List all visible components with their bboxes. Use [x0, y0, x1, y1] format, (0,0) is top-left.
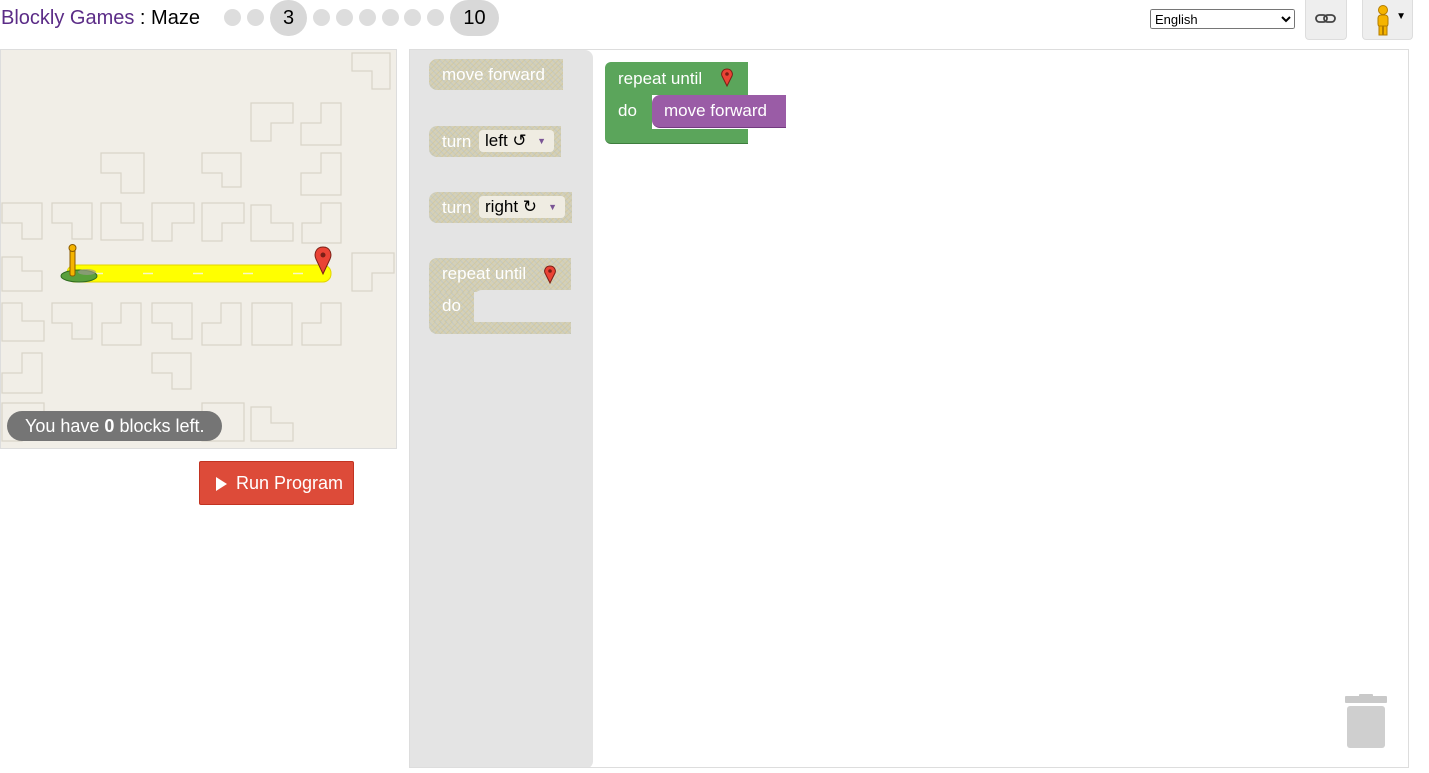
play-icon	[216, 477, 227, 491]
chevron-down-icon: ▼	[1396, 11, 1406, 22]
block-label: turn	[442, 198, 472, 217]
toolbox-flyout: move forward turn left ↺ ▼ turn right ↻ ▼ …	[410, 50, 593, 767]
level-5-button[interactable]	[336, 9, 353, 26]
link-icon	[1315, 14, 1336, 23]
workspace-move-forward-block[interactable]: move forward	[652, 95, 786, 128]
run-program-label: Run Program	[236, 473, 344, 493]
block-label: move forward	[664, 101, 767, 120]
statement-slot	[474, 290, 571, 322]
repeat-until-header: repeat until	[429, 258, 571, 292]
level-7-button[interactable]	[382, 9, 399, 26]
block-label: repeat until	[442, 264, 527, 283]
language-select[interactable]: English	[1150, 9, 1295, 29]
block-label: move forward	[442, 65, 545, 84]
pegman-button[interactable]: ▼	[1362, 0, 1413, 40]
capacity-count: 0	[104, 416, 115, 436]
page-title: Blockly Games : Maze	[1, 7, 200, 30]
repeat-until-header: repeat until	[605, 62, 748, 95]
block-label: do	[442, 296, 461, 315]
repeat-until-footer	[605, 129, 748, 144]
turn-direction-dropdown[interactable]: left ↺ ▼	[479, 130, 554, 152]
turn-direction-dropdown[interactable]: right ↻ ▼	[479, 196, 565, 218]
level-1-button[interactable]	[224, 9, 241, 26]
capacity-prefix: You have	[25, 416, 105, 436]
map-pin-icon	[544, 265, 556, 285]
repeat-until-side: do	[605, 95, 652, 129]
link-button[interactable]	[1305, 0, 1347, 40]
level-4-button[interactable]	[313, 9, 330, 26]
toolbox-turn-left-block[interactable]: turn left ↺ ▼	[429, 126, 561, 157]
toolbox-turn-right-block[interactable]: turn right ↻ ▼	[429, 192, 572, 223]
level-current-button[interactable]: 3	[270, 0, 307, 36]
level-10-button[interactable]: 10	[450, 0, 499, 36]
level-6-button[interactable]	[359, 9, 376, 26]
level-8-button[interactable]	[404, 9, 421, 26]
title-separator: :	[134, 7, 152, 29]
maze-board	[1, 52, 395, 442]
dropdown-value: left ↺	[485, 131, 527, 150]
block-label: repeat until	[618, 69, 703, 88]
run-program-button[interactable]: Run Program	[199, 461, 354, 505]
header: Blockly Games : Maze 3 10 English ▼	[0, 0, 1429, 46]
capacity-counter: You have 0 blocks left.	[7, 411, 223, 441]
repeat-until-footer	[429, 322, 571, 334]
map-pin-icon	[721, 68, 733, 88]
game-name: Maze	[151, 7, 200, 29]
dropdown-value: right ↻	[485, 197, 538, 216]
trash-icon[interactable]	[1344, 694, 1388, 750]
level-9-button[interactable]	[427, 9, 444, 26]
maze-view	[0, 49, 397, 449]
blockly-editor[interactable]: move forward turn left ↺ ▼ turn right ↻ ▼ …	[409, 49, 1409, 768]
toolbox-repeat-until-block[interactable]: repeat until do	[429, 258, 571, 334]
capacity-suffix: blocks left.	[114, 416, 205, 436]
level-2-button[interactable]	[247, 9, 264, 26]
toolbox-move-forward-block[interactable]: move forward	[429, 59, 563, 90]
chevron-down-icon: ▼	[548, 202, 557, 212]
brand-link[interactable]: Blockly Games	[1, 7, 134, 29]
block-label: turn	[442, 132, 472, 151]
repeat-until-side: do	[429, 292, 474, 322]
chevron-down-icon: ▼	[537, 136, 546, 146]
pegman-marker-icon	[60, 244, 98, 283]
block-label: do	[618, 101, 637, 120]
